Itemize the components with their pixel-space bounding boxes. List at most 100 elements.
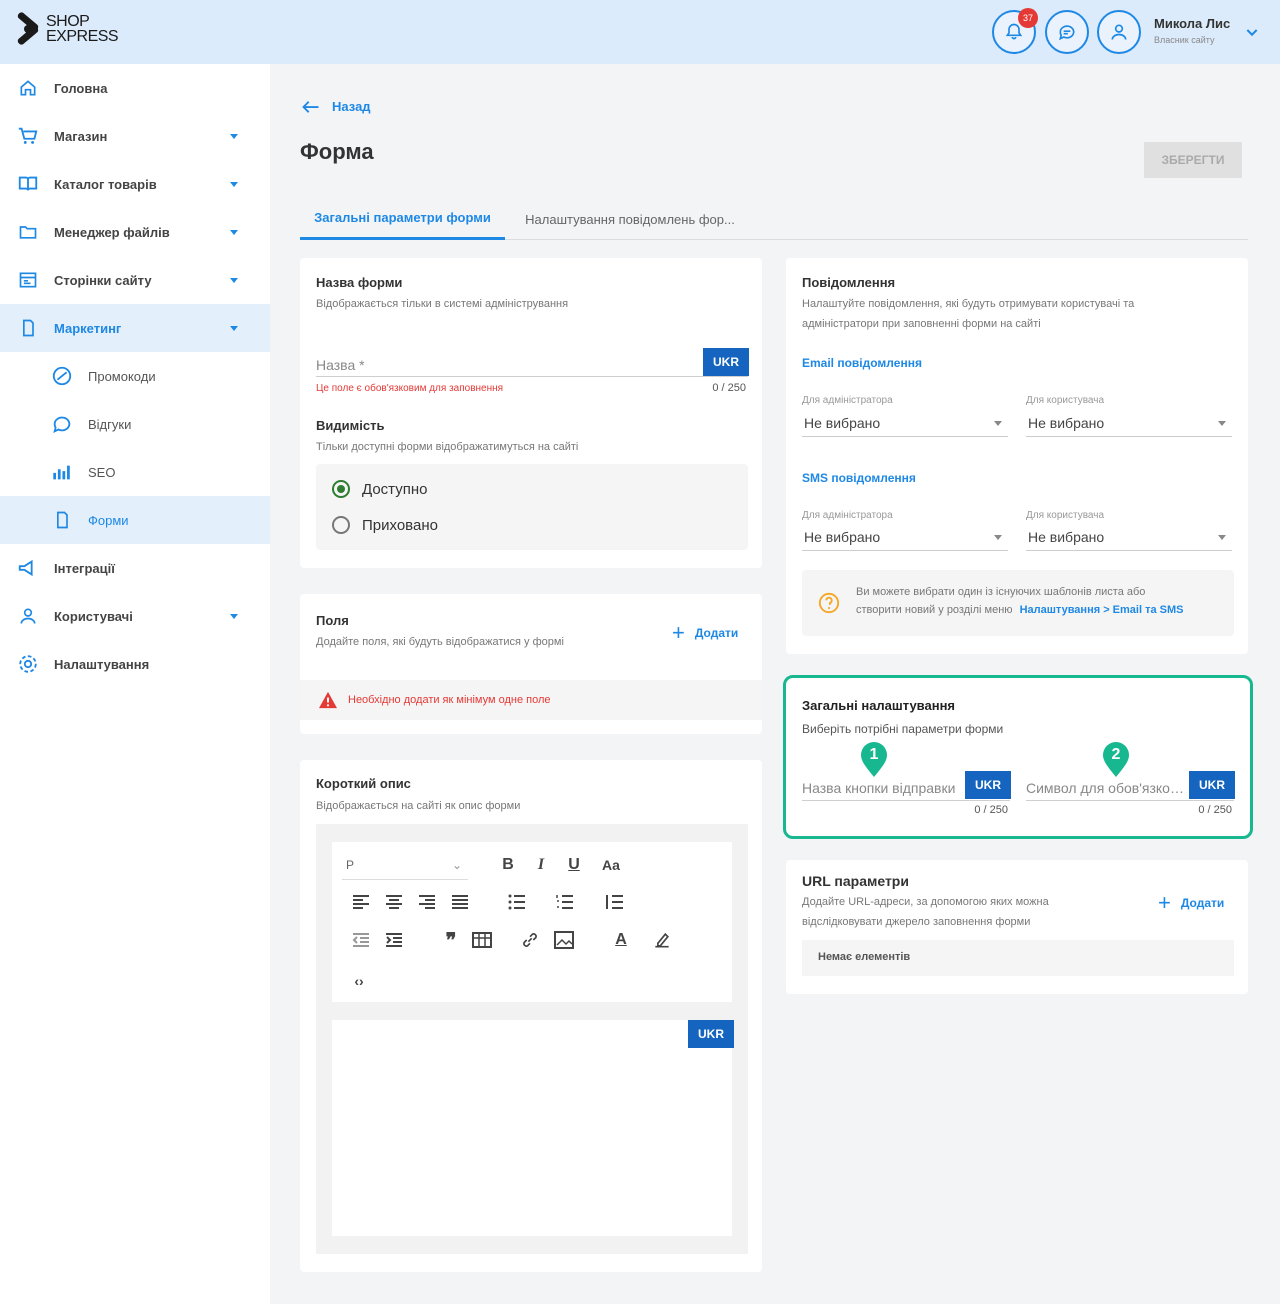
short-desc-subtitle: Відображається на сайті як опис форми [316, 800, 521, 812]
url-params-subtitle-2: відслідковувати джерело заповнення форми [802, 916, 1031, 928]
sidebar-item-seo[interactable]: SEO [0, 448, 270, 496]
sms-user-select[interactable]: Не вибрано [1028, 529, 1104, 545]
chevron-down-icon[interactable] [1244, 24, 1260, 40]
chevron-down-icon [230, 181, 238, 187]
sidebar-item-file-manager[interactable]: Менеджер файлів [0, 208, 270, 256]
general-settings-subtitle: Виберіть потрібні параметри форми [802, 722, 1004, 736]
description-lang-button[interactable]: UKR [688, 1020, 734, 1048]
underline-icon[interactable]: U [563, 854, 585, 876]
description-editor-area[interactable]: UKR [332, 1020, 734, 1236]
italic-icon[interactable]: I [530, 854, 552, 876]
cart-icon [16, 124, 40, 148]
font-size-icon[interactable]: Aa [596, 854, 626, 876]
radio-hidden[interactable]: Приховано [332, 516, 438, 534]
submit-button-name-input[interactable]: Назва кнопки відправки [802, 780, 962, 796]
user-avatar[interactable] [1097, 10, 1141, 54]
submit-button-counter: 0 / 250 [974, 804, 1008, 816]
notifications-title: Повідомлення [802, 275, 896, 290]
radio-available-label: Доступно [362, 480, 428, 498]
help-icon [818, 592, 840, 614]
sidebar-item-label: SEO [88, 464, 116, 480]
line-height-icon[interactable] [604, 894, 624, 910]
sidebar-item-settings[interactable]: Налаштування [0, 640, 270, 688]
url-params-title: URL параметри [802, 873, 909, 889]
sidebar-item-site-pages[interactable]: Сторінки сайту [0, 256, 270, 304]
add-field-button[interactable]: + Додати [672, 620, 738, 646]
email-admin-select[interactable]: Не вибрано [804, 415, 880, 431]
notifications-button[interactable]: 37 [992, 8, 1038, 54]
user-name[interactable]: Микола Лис [1154, 16, 1230, 31]
plus-icon: + [1158, 890, 1171, 915]
form-name-input[interactable]: Назва * [316, 357, 696, 373]
add-url-param-button[interactable]: + Додати [1158, 890, 1224, 916]
email-user-select[interactable]: Не вибрано [1028, 415, 1104, 431]
align-left-icon[interactable] [352, 894, 370, 910]
sidebar-item-label: Маркетинг [54, 320, 122, 336]
indent-icon[interactable] [385, 932, 403, 948]
annotation-marker-1: 1 [860, 742, 888, 777]
sms-notifications-title: SMS повідомлення [802, 471, 916, 485]
sidebar-item-users[interactable]: Користувачі [0, 592, 270, 640]
sidebar-item-promocodes[interactable]: Промокоди [0, 352, 270, 400]
outdent-icon[interactable] [352, 932, 370, 948]
text-color-icon[interactable]: A [610, 929, 632, 951]
tab-notification-settings[interactable]: Налаштування повідомлень фор... [505, 198, 755, 240]
sidebar-item-catalog[interactable]: Каталог товарів [0, 160, 270, 208]
form-name-error: Це поле є обов'язковим для заповнення [316, 383, 504, 394]
required-symbol-input[interactable]: Символ для обов'язкового поля [1026, 780, 1186, 796]
notifications-badge: 37 [1018, 8, 1038, 28]
editor-toolbar: P ⌄ B I U Aa ❞ A ‹› [332, 842, 732, 1002]
sidebar-item-integrations[interactable]: Інтеграції [0, 544, 270, 592]
form-name-underline [316, 376, 748, 377]
user-role: Власник сайту [1154, 35, 1215, 45]
tab-general-params[interactable]: Загальні параметри форми [300, 198, 505, 240]
sidebar-item-marketing[interactable]: Маркетинг [0, 304, 270, 352]
sms-user-label: Для користувача [1026, 510, 1105, 521]
radio-available[interactable]: Доступно [332, 480, 427, 498]
sidebar-item-label: Каталог товарів [54, 176, 157, 192]
source-code-icon[interactable]: ‹› [348, 970, 370, 992]
form-name-lang-button[interactable]: UKR [703, 348, 749, 376]
logo-text-shop: SHOP [46, 13, 90, 30]
align-center-icon[interactable] [385, 894, 403, 910]
messages-button[interactable] [1045, 10, 1089, 54]
highlight-icon[interactable] [652, 930, 672, 950]
sidebar-item-forms[interactable]: Форми [0, 496, 270, 544]
fields-warning-text: Необхідно додати як мінімум одне поле [348, 694, 551, 706]
align-justify-icon[interactable] [451, 894, 469, 910]
sidebar-item-label: Сторінки сайту [54, 272, 152, 288]
numbered-list-icon[interactable] [556, 894, 574, 910]
align-right-icon[interactable] [418, 894, 436, 910]
shop-express-logo[interactable]: SHOP EXPRESS [14, 11, 119, 46]
submit-button-lang-button[interactable]: UKR [965, 771, 1011, 799]
sidebar-item-reviews[interactable]: Відгуки [0, 400, 270, 448]
link-icon[interactable] [520, 930, 540, 950]
email-notifications-title: Email повідомлення [802, 356, 922, 370]
bold-icon[interactable]: B [497, 854, 519, 876]
quote-icon[interactable]: ❞ [440, 929, 462, 952]
sidebar-item-home[interactable]: Головна [0, 64, 270, 112]
chevron-down-icon [994, 421, 1002, 426]
email-sms-settings-link[interactable]: Налаштування > Email та SMS [1020, 604, 1184, 616]
required-symbol-lang-button[interactable]: UKR [1189, 771, 1235, 799]
paragraph-select[interactable]: P ⌄ [342, 852, 468, 880]
email-admin-underline [802, 436, 1008, 437]
table-icon[interactable] [472, 932, 492, 948]
form-name-title: Назва форми [316, 275, 403, 290]
email-admin-label: Для адміністратора [802, 395, 893, 406]
sidebar-item-label: Магазин [54, 128, 108, 144]
sms-admin-select[interactable]: Не вибрано [804, 529, 880, 545]
sidebar-item-shop[interactable]: Магазин [0, 112, 270, 160]
radio-checked-icon [332, 480, 350, 498]
back-link[interactable]: Назад [302, 99, 371, 114]
review-icon [50, 412, 74, 436]
promo-icon [50, 364, 74, 388]
image-icon[interactable] [554, 931, 574, 949]
bullet-list-icon[interactable] [508, 894, 526, 910]
save-button[interactable]: ЗБЕРЕГТИ [1144, 142, 1242, 178]
sms-admin-label: Для адміністратора [802, 510, 893, 521]
tabs: Загальні параметри форми Налаштування по… [300, 198, 1248, 240]
fields-title: Поля [316, 613, 349, 628]
required-symbol-underline [1026, 800, 1234, 801]
fields-warning: Необхідно додати як мінімум одне поле [300, 680, 762, 720]
